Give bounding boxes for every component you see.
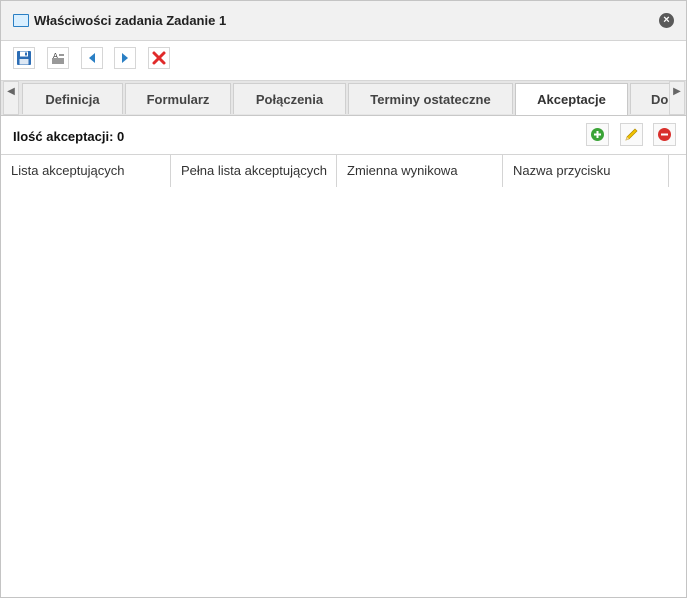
tab-akceptacje[interactable]: Akceptacje	[515, 83, 628, 115]
acceptances-count-label: Ilość akceptacji: 0	[13, 129, 125, 144]
tab-polaczenia[interactable]: Połączenia	[233, 83, 346, 114]
previous-button[interactable]	[81, 47, 103, 69]
tab-terminy-ostateczne[interactable]: Terminy ostateczne	[348, 83, 513, 114]
tab-scroll-right-button[interactable]: ▶	[669, 81, 685, 115]
edit-acceptance-button[interactable]	[620, 123, 643, 146]
tab-bar: ◀ Definicja Formularz Połączenia Terminy…	[1, 80, 686, 116]
close-button[interactable]: ×	[659, 13, 674, 28]
tab-more[interactable]: Do	[630, 83, 672, 114]
delete-button[interactable]	[148, 47, 170, 69]
red-minus-icon	[658, 128, 671, 141]
arrow-left-icon	[89, 53, 95, 63]
arrow-right-icon	[122, 53, 128, 63]
acceptances-grid-header: Lista akceptujących Pełna lista akceptuj…	[1, 154, 686, 188]
tab-definicja[interactable]: Definicja	[22, 83, 123, 114]
dialog-titlebar[interactable]: Właściwości zadania Zadanie 1 ×	[1, 1, 686, 41]
floppy-disk-icon	[17, 51, 31, 65]
column-header-zmienna-wynikowa[interactable]: Zmienna wynikowa	[337, 155, 503, 187]
properties-button[interactable]: A	[47, 47, 69, 69]
remove-acceptance-button[interactable]	[653, 123, 676, 146]
column-header-nazwa-przycisku[interactable]: Nazwa przycisku	[503, 155, 669, 187]
tab-formularz[interactable]: Formularz	[125, 83, 231, 114]
acceptances-grid-body	[1, 187, 686, 597]
window-icon	[13, 14, 29, 27]
next-button[interactable]	[114, 47, 136, 69]
green-plus-icon	[591, 128, 604, 141]
add-acceptance-button[interactable]	[586, 123, 609, 146]
save-button[interactable]	[13, 47, 35, 69]
tab-scroll-left-button[interactable]: ◀	[3, 81, 19, 115]
toolbar: A	[1, 41, 686, 79]
dialog-title: Właściwości zadania Zadanie 1	[34, 13, 227, 28]
text-lines-icon: A	[52, 52, 64, 64]
column-header-lista-akceptujacych[interactable]: Lista akceptujących	[1, 155, 171, 187]
red-x-icon	[152, 51, 166, 65]
pencil-icon	[625, 128, 638, 141]
task-properties-dialog: Właściwości zadania Zadanie 1 × A ◀ Defi…	[0, 0, 687, 598]
column-header-pelna-lista[interactable]: Pełna lista akceptujących	[171, 155, 337, 187]
